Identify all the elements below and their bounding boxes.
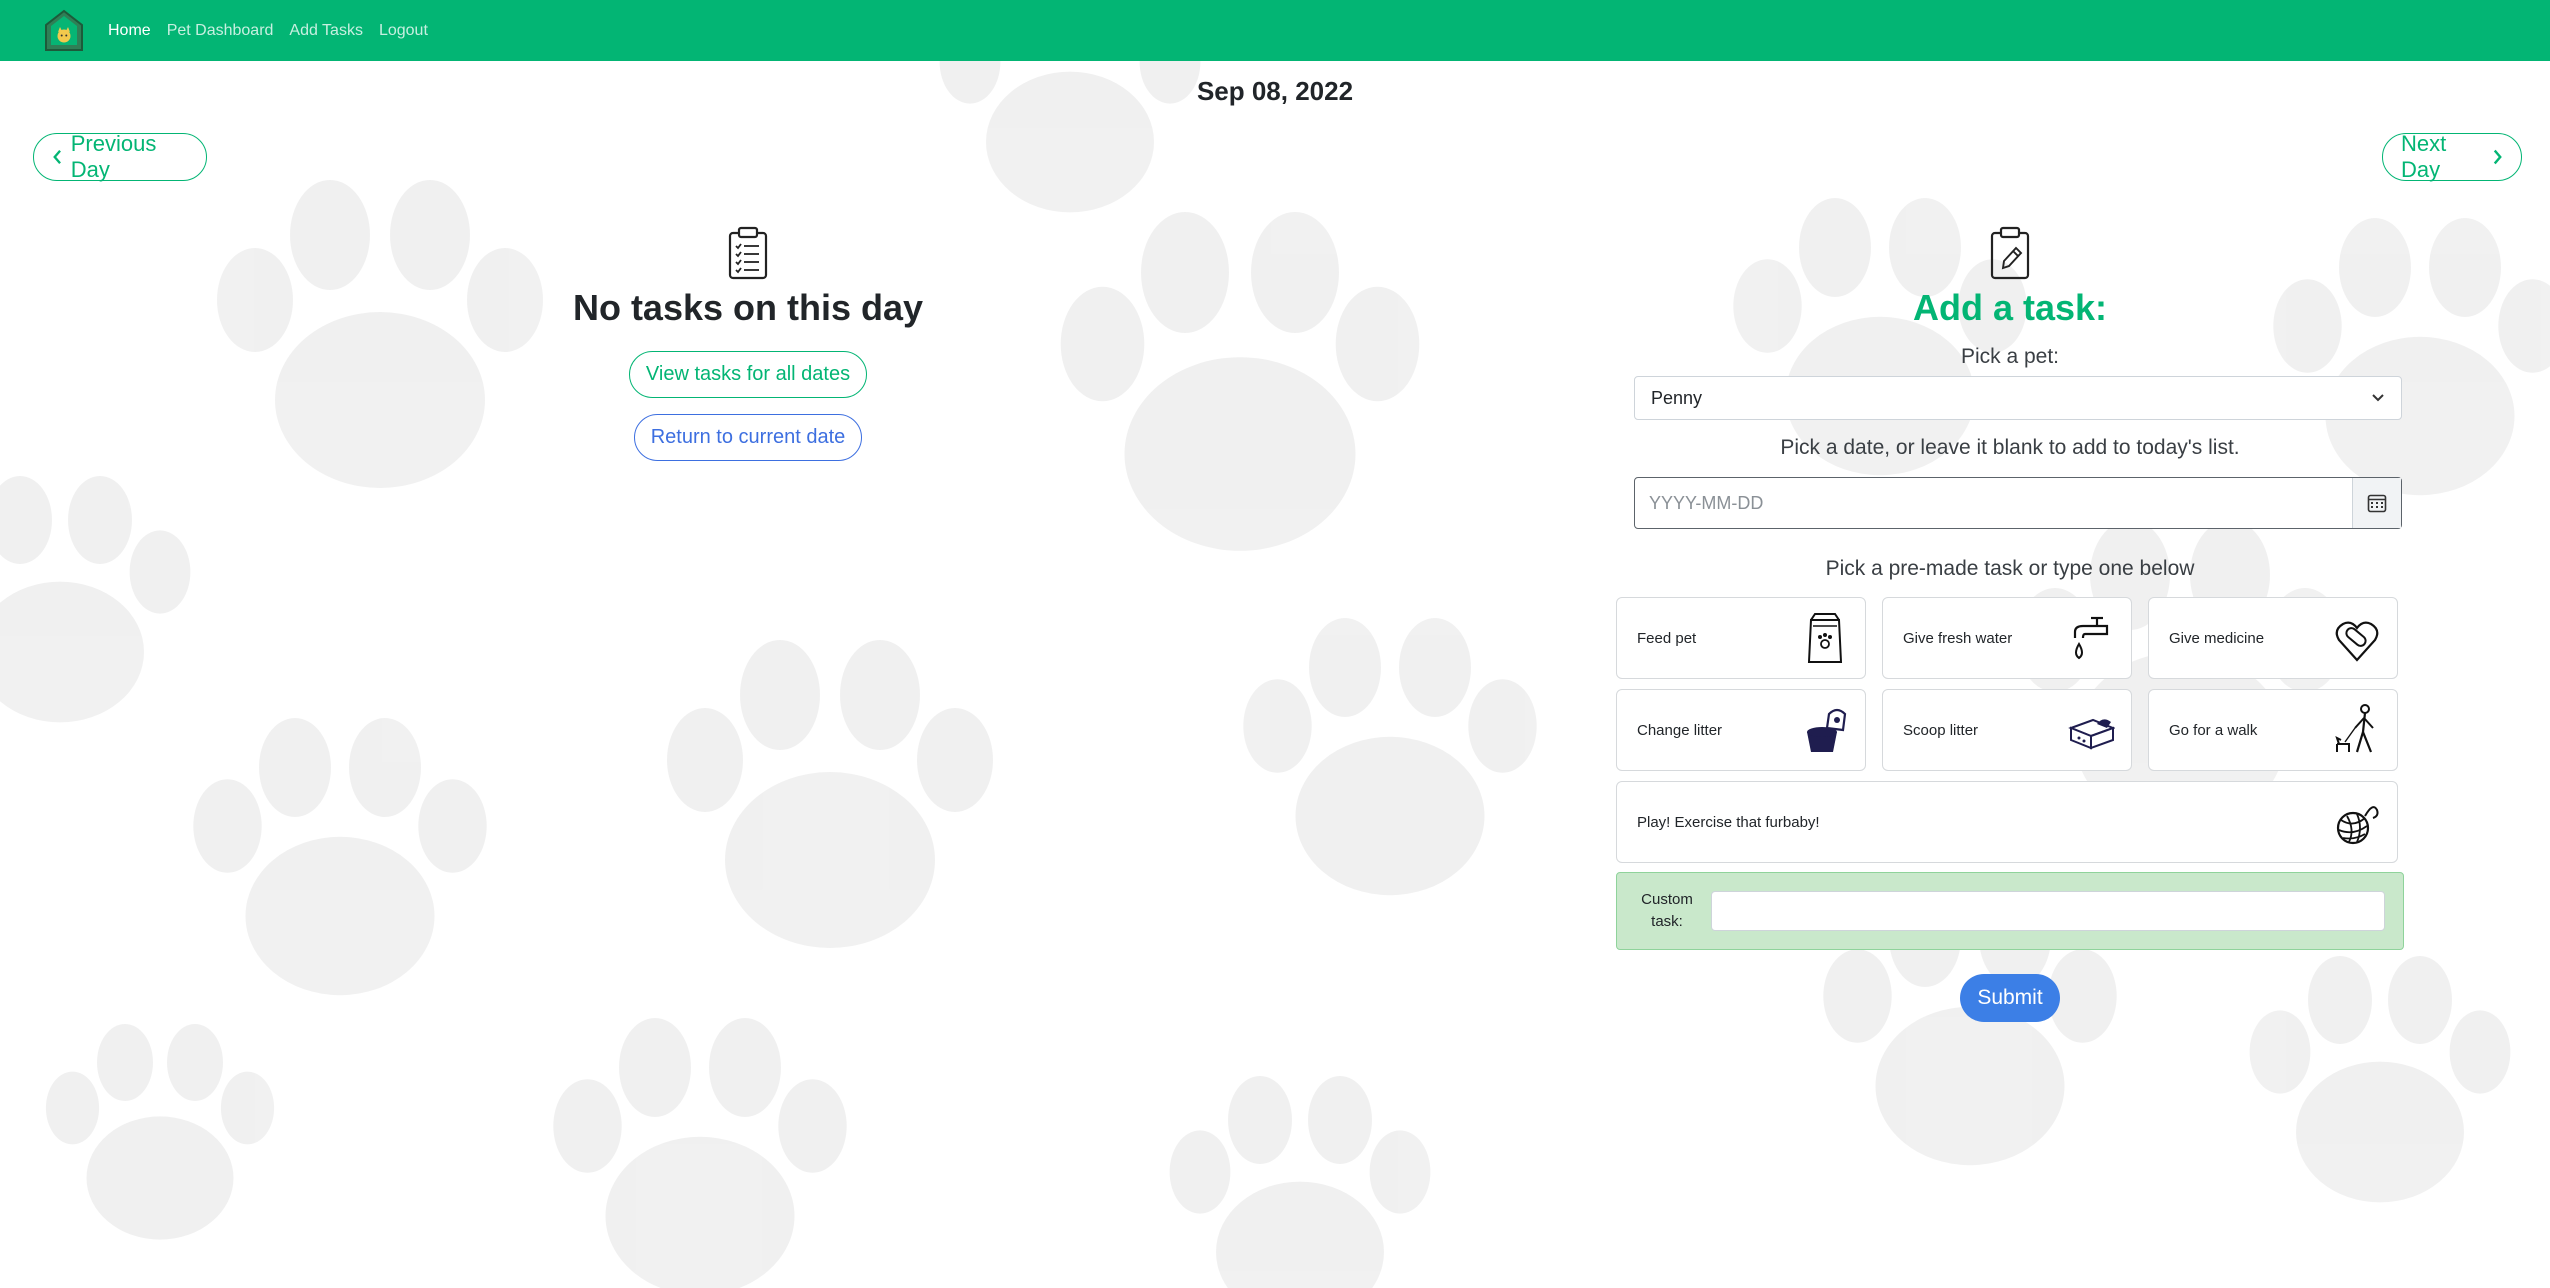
chevron-left-icon — [53, 149, 61, 165]
submit-button[interactable]: Submit — [1960, 974, 2060, 1022]
task-label: Scoop litter — [1903, 721, 1979, 739]
custom-task-label: Custom task: — [1641, 891, 1693, 930]
dog-walk-icon — [2335, 704, 2374, 753]
pet-select[interactable]: Penny — [1634, 376, 2402, 420]
calendar-button[interactable] — [2352, 478, 2401, 528]
next-day-button[interactable]: Next Day — [2382, 131, 2522, 182]
task-card-play[interactable]: Play! Exercise that furbaby! — [1616, 781, 2398, 863]
previous-day-label: Previous Day — [70, 131, 157, 182]
task-card-fresh-water[interactable]: Give fresh water — [1882, 597, 2132, 679]
custom-task-input[interactable] — [1711, 891, 2385, 931]
task-label: Give medicine — [2169, 629, 2265, 647]
task-card-give-medicine[interactable]: Give medicine — [2148, 597, 2398, 679]
pick-pet-label: Pick a pet: — [1960, 345, 2060, 368]
premade-task-label: Pick a pre-made task or type one below — [1825, 557, 2195, 580]
task-label: Feed pet — [1637, 629, 1697, 647]
date-input-group — [1634, 477, 2402, 529]
clipboard-checklist-icon — [728, 226, 768, 280]
task-card-scoop-litter[interactable]: Scoop litter — [1882, 689, 2132, 771]
previous-day-button[interactable]: Previous Day — [33, 131, 207, 182]
add-task-heading: Add a task: — [1912, 287, 2108, 328]
nav-home[interactable]: Home — [108, 22, 151, 40]
task-label: Play! Exercise that furbaby! — [1637, 813, 1820, 831]
pick-date-label: Pick a date, or leave it blank to add to… — [1780, 436, 2240, 459]
pet-food-bag-icon — [1807, 613, 1843, 663]
calendar-icon — [2367, 494, 2387, 513]
no-tasks-heading: No tasks on this day — [572, 287, 924, 328]
premade-task-grid: Feed pet Give fresh water Give medicine — [1616, 597, 2404, 863]
task-card-change-litter[interactable]: Change litter — [1616, 689, 1866, 771]
pet-select-value: Penny — [1651, 387, 1703, 408]
nav-add-tasks[interactable]: Add Tasks — [289, 22, 363, 40]
yarn-ball-icon — [2336, 806, 2379, 845]
current-date-title: Sep 08, 2022 — [1196, 76, 1354, 106]
task-label: Change litter — [1637, 721, 1723, 739]
medicine-pill-icon — [2335, 621, 2379, 662]
date-input[interactable] — [1635, 478, 2352, 528]
navbar: Home Pet Dashboard Add Tasks Logout — [0, 0, 2550, 61]
task-card-go-for-walk[interactable]: Go for a walk — [2148, 689, 2398, 771]
chevron-down-icon — [2372, 394, 2384, 402]
water-faucet-icon — [2073, 616, 2109, 660]
next-day-label: Next Day — [2401, 131, 2447, 182]
nav-logout[interactable]: Logout — [379, 22, 428, 40]
task-label: Give fresh water — [1903, 629, 2013, 647]
tasks-panel: No tasks on this day View tasks for all … — [500, 226, 996, 461]
add-task-form: Add a task: Pick a pet: Penny Pick a dat… — [1616, 226, 2404, 1022]
nav-pet-dashboard[interactable]: Pet Dashboard — [167, 22, 274, 40]
return-current-date-button[interactable]: Return to current date — [633, 414, 863, 461]
task-card-feed-pet[interactable]: Feed pet — [1616, 597, 1866, 679]
task-label: Go for a walk — [2169, 721, 2258, 739]
litter-box-icon — [2068, 718, 2115, 750]
view-all-tasks-button[interactable]: View tasks for all dates — [628, 351, 868, 398]
clipboard-pencil-icon — [1990, 226, 2030, 280]
pet-house-logo-icon[interactable] — [44, 8, 84, 52]
custom-task-box: Custom task: — [1616, 872, 2404, 950]
litter-bag-icon — [1807, 708, 1847, 752]
chevron-right-icon — [2493, 149, 2502, 165]
